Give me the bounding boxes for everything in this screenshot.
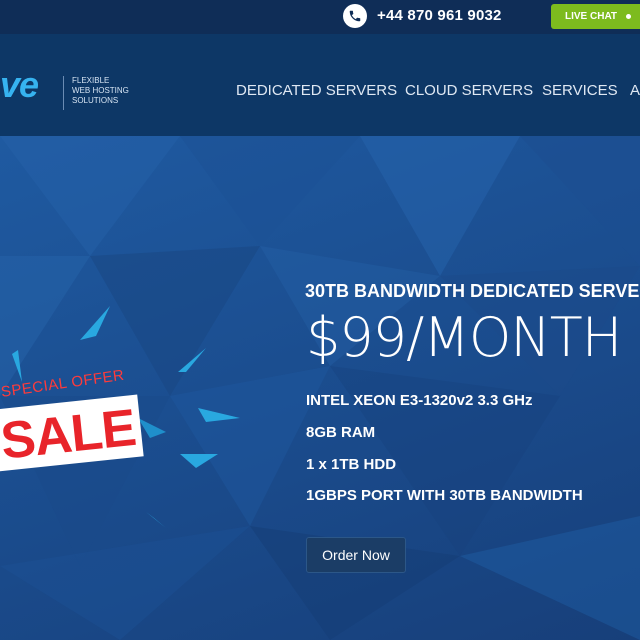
nav-services[interactable]: SERVICES bbox=[542, 82, 618, 99]
phone-icon bbox=[343, 4, 367, 28]
offer-title: 30TB BANDWIDTH DEDICATED SERVE bbox=[305, 281, 640, 301]
spec-bandwidth: 1GBPS PORT WITH 30TB BANDWIDTH bbox=[306, 487, 583, 504]
logo-divider bbox=[63, 76, 64, 110]
logo-tagline: FLEXIBLE WEB HOSTING SOLUTIONS bbox=[72, 76, 129, 106]
hero-banner: SPECIAL OFFER SALE 30TB BANDWIDTH DEDICA… bbox=[0, 136, 640, 640]
live-chat-label: LIVE CHAT bbox=[565, 11, 618, 22]
spec-storage: 1 x 1TB HDD bbox=[306, 456, 397, 473]
live-chat-button[interactable]: LIVE CHAT bbox=[551, 4, 640, 29]
top-bar: +44 870 961 9032 LIVE CHAT bbox=[0, 0, 640, 34]
spec-ram: 8GB RAM bbox=[306, 424, 376, 441]
phone-number[interactable]: +44 870 961 9032 bbox=[377, 7, 502, 24]
tagline-line: SOLUTIONS bbox=[72, 96, 119, 105]
logo[interactable]: ve bbox=[0, 64, 39, 106]
order-now-button[interactable]: Order Now bbox=[306, 537, 406, 573]
tagline-line: WEB HOSTING bbox=[72, 86, 129, 95]
site-header: ve FLEXIBLE WEB HOSTING SOLUTIONS DEDICA… bbox=[0, 34, 640, 136]
nav-dedicated-servers[interactable]: DEDICATED SERVERS bbox=[236, 82, 397, 99]
offer-price: $99/MONTH bbox=[306, 306, 622, 369]
tagline-line: FLEXIBLE bbox=[72, 76, 110, 85]
nav-more[interactable]: A bbox=[630, 82, 640, 99]
spec-cpu: INTEL XEON E3-1320v2 3.3 GHz bbox=[306, 392, 533, 409]
status-dot-icon bbox=[626, 14, 632, 19]
nav-cloud-servers[interactable]: CLOUD SERVERS bbox=[405, 82, 533, 99]
